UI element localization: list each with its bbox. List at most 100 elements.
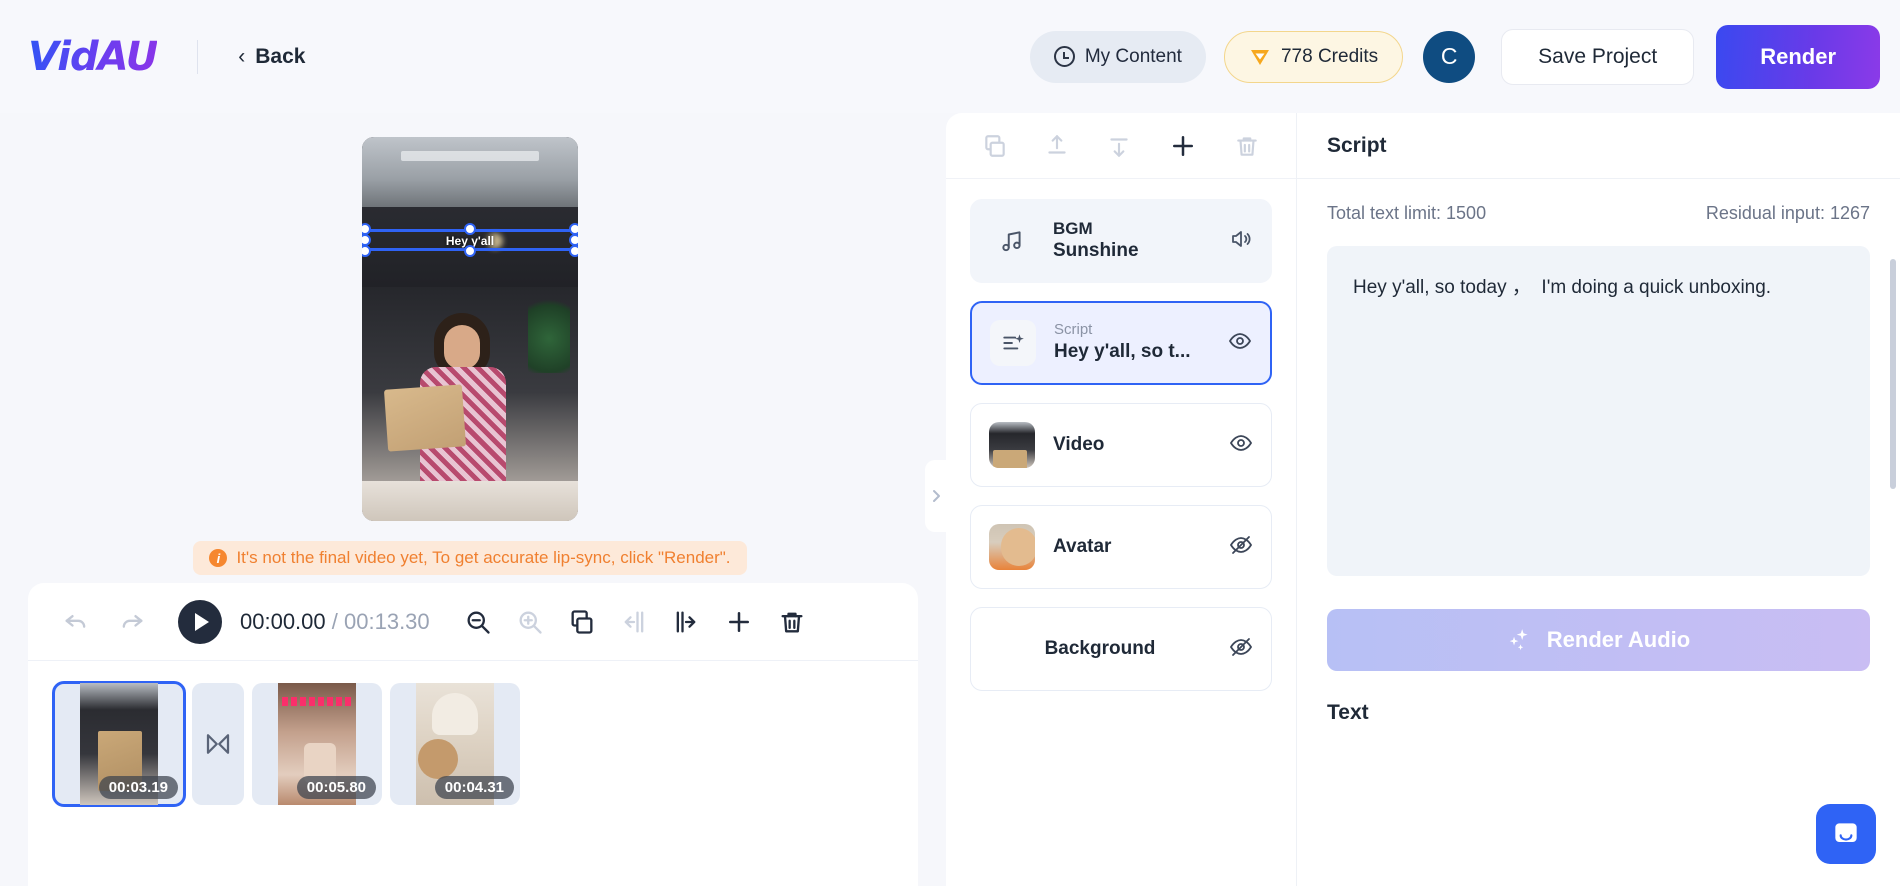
layer-title: Video bbox=[1053, 434, 1105, 455]
resize-handle-top-middle[interactable] bbox=[464, 223, 476, 235]
avatar-initial: C bbox=[1440, 43, 1458, 69]
back-button[interactable]: ‹ Back bbox=[238, 45, 305, 69]
layer-subtitle: Script bbox=[1054, 321, 1093, 339]
preview-person bbox=[383, 313, 522, 483]
credits-button[interactable]: 778 Credits bbox=[1223, 30, 1404, 83]
duplicate-clip-icon[interactable] bbox=[568, 608, 596, 636]
layer-title: Background bbox=[1044, 638, 1156, 659]
video-preview-canvas[interactable]: Hey y'all bbox=[362, 137, 578, 521]
header-actions: My Content 778 Credits C Save Project Re… bbox=[1029, 24, 1900, 89]
music-note-icon bbox=[989, 218, 1035, 264]
resize-handle-bottom-middle[interactable] bbox=[464, 245, 476, 257]
layer-text: Background bbox=[989, 638, 1211, 660]
script-input[interactable] bbox=[1327, 246, 1870, 576]
clip-duration: 00:03.19 bbox=[98, 776, 178, 799]
undo-icon[interactable] bbox=[54, 600, 98, 644]
timeline-track: 00:03.19 00:05.80 00:04.31 bbox=[28, 661, 918, 827]
avatar-thumbnail bbox=[989, 524, 1035, 570]
timeline-clip[interactable]: 00:04.31 bbox=[390, 683, 520, 805]
redo-icon[interactable] bbox=[110, 600, 154, 644]
layer-title: Hey y'all, so t... bbox=[1054, 341, 1191, 363]
info-icon: i bbox=[209, 549, 228, 567]
preview-ceiling bbox=[362, 137, 578, 207]
add-layer-icon[interactable] bbox=[1168, 131, 1198, 161]
user-avatar[interactable]: C bbox=[1423, 30, 1476, 83]
time-separator: / bbox=[331, 608, 338, 634]
move-to-bottom-icon[interactable] bbox=[1106, 133, 1132, 159]
zoom-in-icon[interactable] bbox=[516, 608, 544, 636]
copy-layer-icon[interactable] bbox=[982, 133, 1008, 159]
layers-toolbar bbox=[946, 113, 1296, 179]
layer-text: Avatar bbox=[1053, 536, 1211, 558]
move-to-top-icon[interactable] bbox=[1044, 133, 1070, 159]
script-icon bbox=[990, 320, 1036, 366]
timeline-clip[interactable]: 00:03.19 bbox=[52, 681, 186, 807]
eye-off-icon[interactable] bbox=[1229, 533, 1253, 562]
layers-panel: BGM Sunshine Script Hey y'all, so t... V… bbox=[946, 113, 1296, 886]
video-thumbnail bbox=[989, 422, 1035, 468]
preview-cardboard-box bbox=[383, 384, 467, 452]
clip-duration: 00:04.31 bbox=[434, 776, 514, 799]
eye-off-icon[interactable] bbox=[1229, 635, 1253, 664]
back-button-label: Back bbox=[255, 44, 306, 68]
split-right-icon[interactable] bbox=[672, 608, 700, 636]
residual-input: Residual input: 1267 bbox=[1705, 203, 1870, 223]
layer-item-avatar[interactable]: Avatar bbox=[970, 505, 1272, 589]
render-audio-button[interactable]: Render Audio bbox=[1327, 609, 1870, 671]
preview-person-face bbox=[444, 325, 480, 369]
layer-title: Sunshine bbox=[1053, 240, 1139, 262]
script-panel-body: Total text limit: 1500 Residual input: 1… bbox=[1297, 179, 1900, 725]
delete-clip-icon[interactable] bbox=[778, 608, 806, 636]
script-panel-title: Script bbox=[1327, 133, 1387, 157]
total-time: 00:13.30 bbox=[344, 608, 430, 634]
layer-list: BGM Sunshine Script Hey y'all, so t... V… bbox=[946, 179, 1296, 711]
app-logo: VidAU bbox=[28, 33, 158, 80]
volume-icon[interactable] bbox=[1229, 227, 1253, 256]
credits-label: 778 Credits bbox=[1280, 45, 1379, 67]
layer-text: Video bbox=[1053, 434, 1211, 456]
lipsync-notice: i It's not the final video yet, To get a… bbox=[193, 541, 747, 575]
chat-bubble-icon bbox=[1835, 823, 1857, 842]
text-section-title: Text bbox=[1327, 701, 1369, 724]
script-panel-scrollbar[interactable] bbox=[1890, 259, 1896, 489]
layer-text: BGM Sunshine bbox=[1053, 218, 1211, 264]
script-panel: Script Total text limit: 1500 Residual i… bbox=[1296, 113, 1900, 886]
layer-item-background[interactable]: Background bbox=[970, 607, 1272, 691]
delete-layer-icon[interactable] bbox=[1234, 133, 1260, 159]
split-left-icon[interactable] bbox=[620, 608, 648, 636]
current-time: 00:00.00 bbox=[240, 608, 326, 634]
video-preview-area: Hey y'all i It's not the final video yet… bbox=[0, 113, 940, 583]
my-content-button[interactable]: My Content bbox=[1029, 30, 1206, 83]
clock-icon bbox=[1053, 46, 1075, 67]
eye-icon[interactable] bbox=[1229, 431, 1253, 460]
layer-item-bgm[interactable]: BGM Sunshine bbox=[970, 199, 1272, 283]
layer-item-video[interactable]: Video bbox=[970, 403, 1272, 487]
chevron-right-icon bbox=[933, 490, 940, 502]
save-project-button[interactable]: Save Project bbox=[1501, 28, 1695, 85]
zoom-out-icon[interactable] bbox=[464, 608, 492, 636]
app-header: VidAU ‹ Back My Content 778 Credits C Sa… bbox=[0, 0, 1900, 113]
editor-left-column: Hey y'all i It's not the final video yet… bbox=[0, 113, 940, 886]
layer-title: Avatar bbox=[1053, 536, 1112, 557]
my-content-label: My Content bbox=[1084, 45, 1182, 67]
timeline-clip[interactable]: 00:05.80 bbox=[252, 683, 382, 805]
eye-icon[interactable] bbox=[1228, 329, 1252, 358]
layer-item-script[interactable]: Script Hey y'all, so t... bbox=[970, 301, 1272, 385]
timeline-time: 00:00.00 / 00:13.30 bbox=[240, 609, 430, 635]
preview-counter bbox=[362, 481, 578, 521]
preview-plant bbox=[528, 287, 570, 373]
play-icon bbox=[195, 612, 209, 631]
add-clip-icon[interactable] bbox=[724, 607, 754, 637]
transition-button[interactable] bbox=[192, 683, 244, 805]
render-button[interactable]: Render bbox=[1716, 24, 1880, 89]
play-button[interactable] bbox=[178, 599, 222, 644]
resize-handle-bottom-right[interactable] bbox=[569, 245, 578, 257]
chat-support-button[interactable] bbox=[1816, 804, 1876, 864]
text-overlay-selection[interactable]: Hey y'all bbox=[362, 223, 578, 257]
lipsync-notice-text: It's not the final video yet, To get acc… bbox=[236, 548, 731, 567]
panel-collapse-toggle[interactable] bbox=[925, 460, 947, 532]
total-text-limit: Total text limit: 1500 bbox=[1327, 203, 1487, 223]
header-divider bbox=[197, 39, 199, 74]
timeline-tools bbox=[464, 607, 806, 637]
chevron-left-icon: ‹ bbox=[238, 45, 246, 68]
